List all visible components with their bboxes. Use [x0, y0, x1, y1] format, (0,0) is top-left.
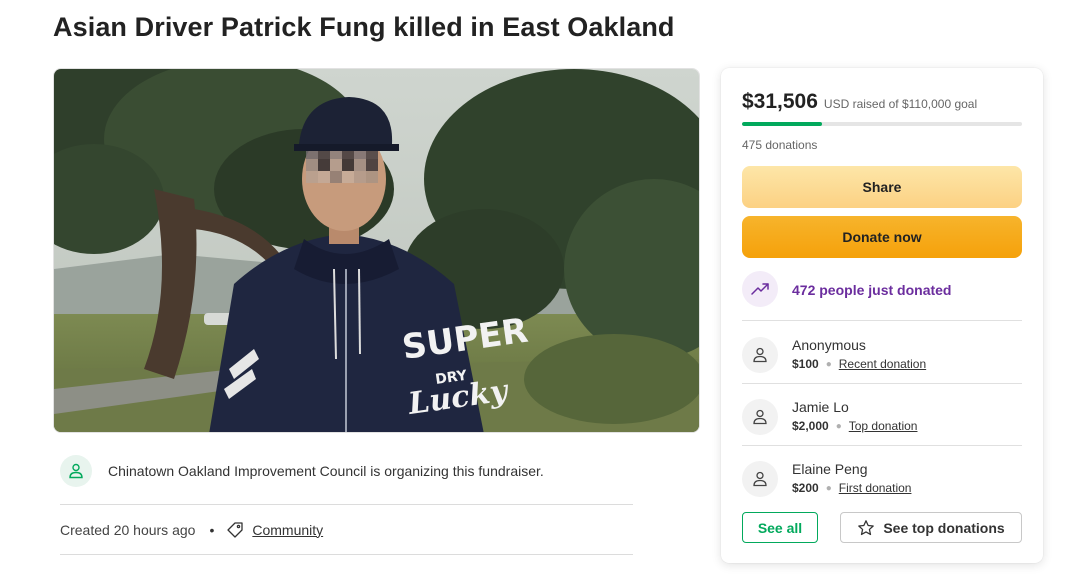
- person-heart-icon: [60, 455, 92, 487]
- raised-summary: $31,506 USD raised of $110,000 goal: [742, 90, 977, 114]
- donor-amount: $200: [792, 481, 819, 495]
- category-link[interactable]: Community: [252, 522, 323, 538]
- donation-type-link[interactable]: First donation: [839, 481, 912, 495]
- see-top-donations-button[interactable]: See top donations: [840, 512, 1022, 543]
- donor-amount: $100: [792, 357, 819, 371]
- star-icon: [858, 519, 875, 535]
- page-title: Asian Driver Patrick Fung killed in East…: [53, 12, 675, 42]
- person-heart-icon: [742, 461, 778, 497]
- donor-item: Anonymous $100 ● Recent donation: [742, 322, 1022, 384]
- separator-dot: ●: [835, 420, 842, 432]
- person-heart-icon: [742, 337, 778, 373]
- donations-count: 475 donations: [742, 138, 818, 152]
- hero-photo: SUPER DRY Lucky: [54, 69, 699, 432]
- see-top-donations-label: See top donations: [883, 519, 1005, 536]
- share-button[interactable]: Share: [742, 166, 1022, 208]
- progress-bar: [742, 122, 1022, 126]
- raised-amount: $31,506: [742, 90, 818, 113]
- donation-panel: $31,506 USD raised of $110,000 goal 475 …: [721, 68, 1043, 563]
- person-heart-icon: [742, 399, 778, 435]
- progress-fill: [742, 122, 823, 126]
- recent-donations-text: 472 people just donated: [792, 282, 952, 298]
- goal-text: USD raised of $110,000 goal: [823, 97, 978, 111]
- donate-now-button[interactable]: Donate now: [742, 216, 1022, 258]
- separator-dot: ●: [825, 358, 832, 370]
- trending-up-icon: [742, 271, 778, 307]
- organizer-text: Chinatown Oakland Improvement Council is…: [108, 463, 544, 479]
- donor-item: Elaine Peng $200 ● First donation: [742, 446, 1022, 508]
- separator-dot: ●: [825, 482, 832, 494]
- meta-separator: •: [209, 521, 215, 538]
- donor-name: Anonymous: [792, 337, 866, 353]
- donation-type-link[interactable]: Recent donation: [839, 357, 926, 371]
- donor-amount: $2,000: [792, 419, 829, 433]
- hero-image: SUPER DRY Lucky: [53, 68, 700, 433]
- donor-name: Elaine Peng: [792, 461, 868, 477]
- fundraiser-meta: Created 20 hours ago • Community: [60, 505, 633, 555]
- recent-activity: 472 people just donated: [742, 271, 1022, 321]
- donor-item: Jamie Lo $2,000 ● Top donation: [742, 384, 1022, 446]
- organizer-row: Chinatown Oakland Improvement Council is…: [60, 455, 633, 505]
- created-time: Created 20 hours ago: [60, 521, 196, 538]
- donor-name: Jamie Lo: [792, 399, 849, 415]
- tag-icon: [227, 521, 243, 538]
- donation-type-link[interactable]: Top donation: [849, 419, 918, 433]
- see-all-button[interactable]: See all: [742, 512, 818, 543]
